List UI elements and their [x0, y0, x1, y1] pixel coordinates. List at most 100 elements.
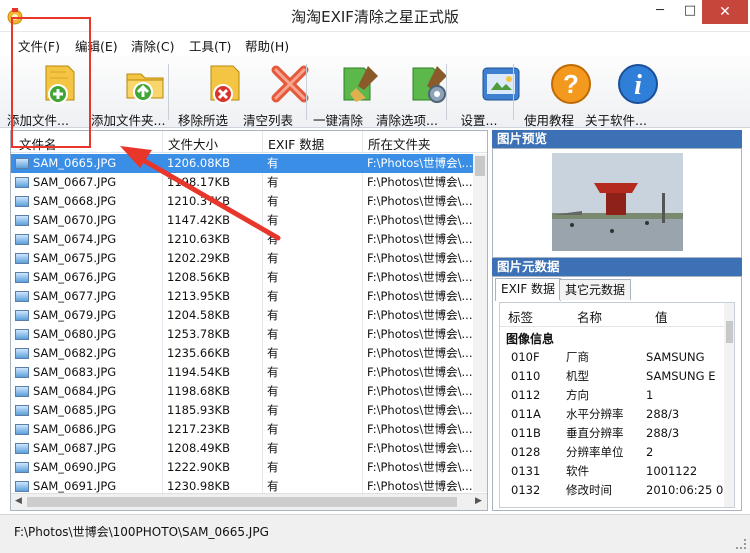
table-row[interactable]: SAM_0686.JPG 1217.23KB 有 F:\Photos\世博会\... — [11, 420, 473, 439]
table-row[interactable]: SAM_0682.JPG 1235.66KB 有 F:\Photos\世博会\... — [11, 344, 473, 363]
image-file-icon — [15, 462, 29, 473]
file-name: SAM_0676.JPG — [33, 270, 117, 284]
table-row[interactable]: SAM_0683.JPG 1194.54KB 有 F:\Photos\世博会\... — [11, 363, 473, 382]
settings-label: 设置... — [460, 113, 498, 128]
file-name: SAM_0690.JPG — [33, 460, 117, 474]
metadata-row[interactable]: 0132 修改时间 2010:06:25 0... — [500, 481, 726, 500]
tab-exif-data[interactable]: EXIF 数据 — [495, 278, 562, 301]
exif-status: 有 — [267, 251, 279, 265]
toolbar: 添加文件... 添加文件夹... 移除所选 清空列表 一键清除 清除选项... … — [0, 56, 750, 128]
menu-help[interactable]: 帮助(H) — [245, 36, 289, 55]
table-row[interactable]: SAM_0690.JPG 1222.90KB 有 F:\Photos\世博会\... — [11, 458, 473, 477]
folder-path: F:\Photos\世博会\... — [367, 251, 473, 265]
tab-other-metadata[interactable]: 其它元数据 — [559, 279, 632, 300]
exif-status: 有 — [267, 441, 279, 455]
scrollbar-thumb[interactable] — [726, 321, 733, 343]
table-row[interactable]: SAM_0687.JPG 1208.49KB 有 F:\Photos\世博会\... — [11, 439, 473, 458]
metadata-panel: EXIF 数据 其它元数据 标签 名称 值 图像信息 010F 厂商 SAMSUNG… — [492, 276, 742, 511]
metadata-row[interactable]: 0112 方向 1 — [500, 386, 724, 405]
file-list-vertical-scrollbar[interactable] — [473, 154, 487, 492]
metadata-grid: 标签 名称 值 图像信息 010F 厂商 SAMSUNG 0110 机型 SAMSUNG … — [499, 302, 735, 508]
metadata-value: SAMSUNG — [646, 350, 705, 364]
menu-edit[interactable]: 编辑(E) — [75, 36, 118, 55]
exif-status: 有 — [267, 346, 279, 360]
about-label: 关于软件... — [585, 113, 647, 128]
metadata-name: 机型 — [566, 369, 589, 383]
exif-status: 有 — [267, 327, 279, 341]
file-size: 1194.54KB — [167, 365, 230, 379]
metadata-row[interactable]: 011B 垂直分辨率 288/3 — [500, 424, 724, 443]
folder-path: F:\Photos\世博会\... — [367, 156, 473, 170]
file-name: SAM_0677.JPG — [33, 289, 117, 303]
file-name: SAM_0683.JPG — [33, 365, 117, 379]
table-row[interactable]: SAM_0679.JPG 1204.58KB 有 F:\Photos\世博会\... — [11, 306, 473, 325]
maximize-button[interactable]: □ — [675, 0, 705, 24]
table-row[interactable]: SAM_0680.JPG 1253.78KB 有 F:\Photos\世博会\... — [11, 325, 473, 344]
image-file-icon — [15, 329, 29, 340]
clear-list-label: 清空列表 — [242, 113, 293, 128]
metadata-row[interactable]: 0128 分辨率单位 2 — [500, 443, 724, 462]
status-bar: F:\Photos\世博会\100PHOTO\SAM_0665.JPG — [0, 514, 750, 553]
svg-text:i: i — [634, 70, 642, 101]
one-click-clean-label: 一键清除 — [312, 113, 363, 128]
file-size: 1222.90KB — [167, 460, 230, 474]
settings-icon — [482, 67, 520, 101]
column-header-filename[interactable]: 文件名 — [19, 134, 57, 153]
table-row[interactable]: SAM_0684.JPG 1198.68KB 有 F:\Photos\世博会\... — [11, 382, 473, 401]
image-file-icon — [15, 158, 29, 169]
file-name: SAM_0687.JPG — [33, 441, 117, 455]
file-name: SAM_0682.JPG — [33, 346, 117, 360]
metadata-row[interactable]: 011A 水平分辨率 288/3 — [500, 405, 724, 424]
metadata-row[interactable]: 0131 软件 1001122 — [500, 462, 724, 481]
table-row[interactable]: SAM_0675.JPG 1202.29KB 有 F:\Photos\世博会\... — [11, 249, 473, 268]
folder-path: F:\Photos\世博会\... — [367, 194, 473, 208]
exif-status: 有 — [267, 365, 279, 379]
metadata-vertical-scrollbar[interactable] — [724, 303, 734, 507]
file-size: 1208.49KB — [167, 441, 230, 455]
image-file-icon — [15, 405, 29, 416]
add-file-icon — [45, 65, 75, 104]
svg-text:?: ? — [563, 69, 579, 99]
close-button[interactable]: ✕ — [702, 0, 748, 24]
metadata-name: 软件 — [566, 464, 589, 478]
column-header-name[interactable]: 名称 — [577, 307, 602, 326]
file-name: SAM_0680.JPG — [33, 327, 117, 341]
column-header-tag[interactable]: 标签 — [508, 307, 533, 326]
file-size: 1208.56KB — [167, 270, 230, 284]
folder-path: F:\Photos\世博会\... — [367, 422, 473, 436]
minimize-button[interactable]: ─ — [645, 0, 675, 24]
column-header-value[interactable]: 值 — [655, 307, 668, 326]
column-header-folder[interactable]: 所在文件夹 — [368, 134, 431, 153]
metadata-value: SAMSUNG E — [646, 369, 716, 383]
metadata-name: 水平分辨率 — [566, 407, 624, 421]
one-click-clean-icon — [343, 66, 378, 102]
file-name: SAM_0686.JPG — [33, 422, 117, 436]
image-file-icon — [15, 234, 29, 245]
metadata-row[interactable]: 0110 机型 SAMSUNG E — [500, 367, 724, 386]
menu-tools[interactable]: 工具(T) — [189, 36, 231, 55]
table-row[interactable]: SAM_0685.JPG 1185.93KB 有 F:\Photos\世博会\... — [11, 401, 473, 420]
metadata-row[interactable]: 010F 厂商 SAMSUNG — [500, 348, 724, 367]
scroll-right-icon[interactable]: ▶ — [475, 496, 482, 506]
help-tutorial-icon: ? — [551, 64, 591, 104]
metadata-header: 标签 名称 值 — [500, 303, 724, 327]
metadata-value: 288/3 — [646, 426, 680, 440]
clean-options-label: 清除选项... — [376, 113, 438, 128]
menu-clear[interactable]: 清除(C) — [131, 36, 174, 55]
scroll-left-icon[interactable]: ◀ — [15, 496, 22, 506]
image-file-icon — [15, 367, 29, 378]
file-list-horizontal-scrollbar[interactable]: ◀ ▶ — [11, 493, 487, 510]
table-row[interactable]: SAM_0677.JPG 1213.95KB 有 F:\Photos\世博会\... — [11, 287, 473, 306]
file-size: 1202.29KB — [167, 251, 230, 265]
file-size: 1198.68KB — [167, 384, 230, 398]
metadata-value: 2 — [646, 445, 654, 459]
image-file-icon — [15, 443, 29, 454]
metadata-tag: 010F — [511, 350, 540, 364]
metadata-tag: 0132 — [511, 483, 541, 497]
scrollbar-thumb[interactable] — [27, 497, 457, 507]
table-row[interactable]: SAM_0676.JPG 1208.56KB 有 F:\Photos\世博会\... — [11, 268, 473, 287]
scrollbar-thumb[interactable] — [475, 156, 485, 176]
resize-grip-icon[interactable] — [736, 539, 746, 549]
menu-file[interactable]: 文件(F) — [18, 36, 60, 55]
folder-path: F:\Photos\世博会\... — [367, 384, 473, 398]
